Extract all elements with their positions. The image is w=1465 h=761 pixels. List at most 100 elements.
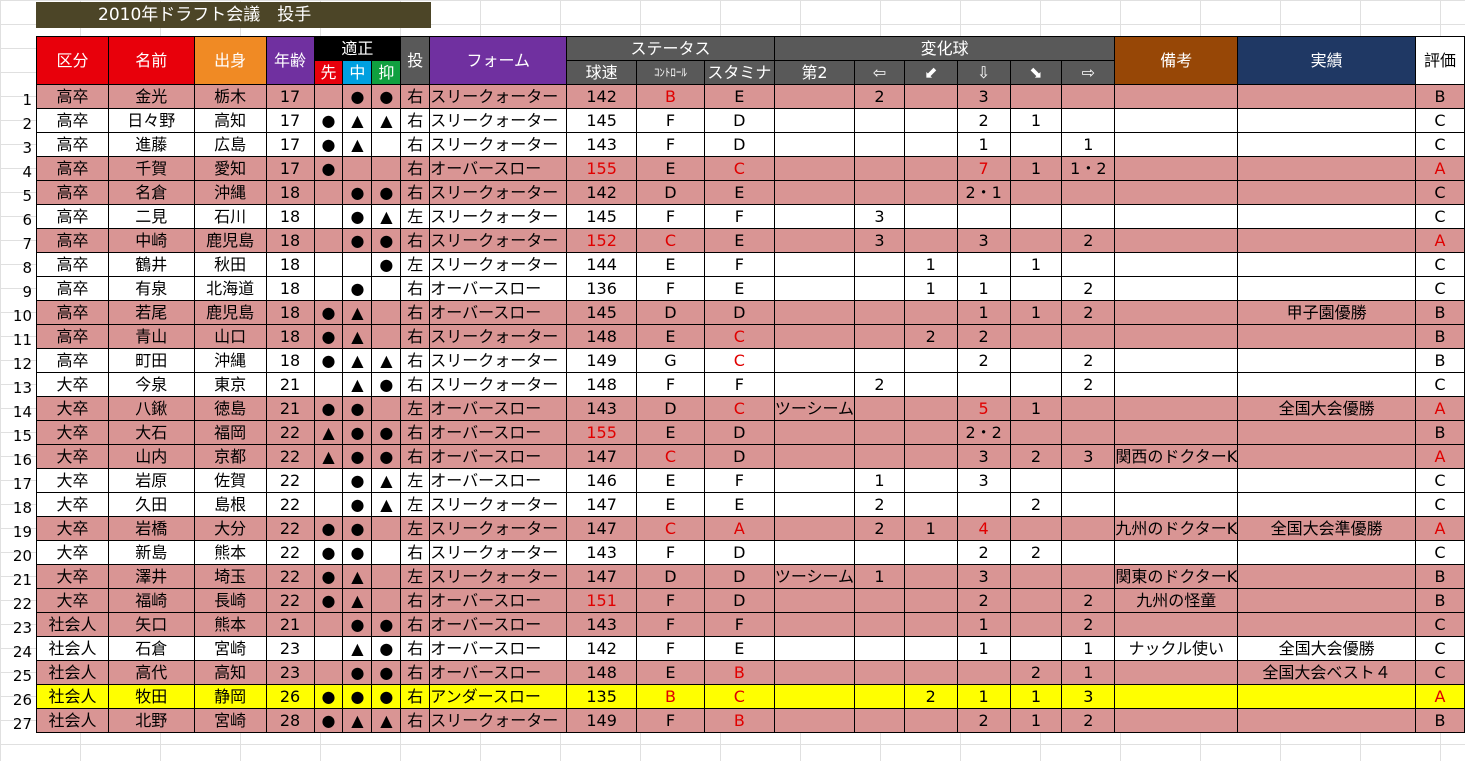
form-cell[interactable]: スリークォーター xyxy=(429,252,568,277)
break-right-cell[interactable] xyxy=(1061,204,1116,229)
break-left-cell[interactable] xyxy=(854,276,905,301)
notes-cell[interactable] xyxy=(1114,132,1239,157)
control-cell[interactable]: F xyxy=(636,708,705,733)
record-cell[interactable] xyxy=(1237,588,1416,613)
age-cell[interactable]: 21 xyxy=(265,396,315,421)
origin-cell[interactable]: 京都 xyxy=(193,444,267,469)
kubun-cell[interactable]: 高卒 xyxy=(36,132,109,157)
stamina-cell[interactable]: E xyxy=(703,84,775,109)
rating-cell[interactable]: B xyxy=(1414,420,1465,445)
break-down-left-cell[interactable] xyxy=(903,396,958,421)
notes-cell[interactable]: 関東のドクターK xyxy=(1114,564,1239,589)
break-left-cell[interactable] xyxy=(854,708,905,733)
throw-hand-cell[interactable]: 左 xyxy=(400,516,431,541)
header-second-fastball[interactable]: 第2 xyxy=(773,60,856,85)
record-cell[interactable] xyxy=(1237,132,1416,157)
break-down-cell[interactable]: 3 xyxy=(956,444,1011,469)
break-left-cell[interactable]: 1 xyxy=(854,468,905,493)
starter-mark[interactable]: ● xyxy=(313,324,344,349)
throw-hand-cell[interactable]: 右 xyxy=(400,588,431,613)
closer-mark[interactable] xyxy=(371,324,402,349)
record-cell[interactable] xyxy=(1237,612,1416,637)
break-down-left-cell[interactable]: 2 xyxy=(903,324,958,349)
break-right-cell[interactable]: 2 xyxy=(1061,348,1116,373)
row-number[interactable]: 22 xyxy=(0,592,34,616)
header-breaking-ball[interactable]: 変化球 xyxy=(773,36,1116,61)
break-down-right-cell[interactable] xyxy=(1009,420,1063,445)
record-cell[interactable] xyxy=(1237,324,1416,349)
kubun-cell[interactable]: 大卒 xyxy=(36,396,109,421)
throw-hand-cell[interactable]: 右 xyxy=(400,84,431,109)
arrow-down-icon[interactable]: ⇩ xyxy=(956,60,1011,85)
break-right-cell[interactable] xyxy=(1061,180,1116,205)
stamina-cell[interactable]: D xyxy=(703,444,775,469)
row-number[interactable]: 15 xyxy=(0,424,34,448)
header-record[interactable]: 実績 xyxy=(1237,36,1416,85)
closer-mark[interactable] xyxy=(371,540,402,565)
origin-cell[interactable]: 鹿児島 xyxy=(193,300,267,325)
break-down-left-cell[interactable]: 1 xyxy=(903,276,958,301)
age-cell[interactable]: 23 xyxy=(265,636,315,661)
form-cell[interactable]: スリークォーター xyxy=(429,540,568,565)
middle-mark[interactable]: ▲ xyxy=(342,372,373,397)
break-down-right-cell[interactable] xyxy=(1009,132,1063,157)
break-down-cell[interactable]: 3 xyxy=(956,468,1011,493)
notes-cell[interactable] xyxy=(1114,372,1239,397)
velocity-cell[interactable]: 143 xyxy=(566,612,638,637)
origin-cell[interactable]: 秋田 xyxy=(193,252,267,277)
velocity-cell[interactable]: 145 xyxy=(566,300,638,325)
throw-hand-cell[interactable]: 右 xyxy=(400,444,431,469)
velocity-cell[interactable]: 155 xyxy=(566,420,638,445)
age-cell[interactable]: 18 xyxy=(265,228,315,253)
notes-cell[interactable] xyxy=(1114,396,1239,421)
control-cell[interactable]: C xyxy=(636,516,705,541)
closer-mark[interactable] xyxy=(371,588,402,613)
closer-mark[interactable]: ● xyxy=(371,636,402,661)
second-fastball-cell[interactable] xyxy=(773,324,856,349)
notes-cell[interactable] xyxy=(1114,324,1239,349)
control-cell[interactable]: F xyxy=(636,588,705,613)
break-down-left-cell[interactable] xyxy=(903,420,958,445)
name-cell[interactable]: 山内 xyxy=(107,444,195,469)
throw-hand-cell[interactable]: 右 xyxy=(400,324,431,349)
break-down-right-cell[interactable]: 2 xyxy=(1009,540,1063,565)
stamina-cell[interactable]: A xyxy=(703,516,775,541)
closer-mark[interactable]: ● xyxy=(371,372,402,397)
break-down-right-cell[interactable]: 1 xyxy=(1009,156,1063,181)
record-cell[interactable] xyxy=(1237,564,1416,589)
rating-cell[interactable]: A xyxy=(1414,396,1465,421)
throw-hand-cell[interactable]: 右 xyxy=(400,348,431,373)
velocity-cell[interactable]: 136 xyxy=(566,276,638,301)
throw-hand-cell[interactable]: 左 xyxy=(400,252,431,277)
break-down-cell[interactable]: 2 xyxy=(956,540,1011,565)
velocity-cell[interactable]: 147 xyxy=(566,444,638,469)
second-fastball-cell[interactable] xyxy=(773,204,856,229)
row-number[interactable]: 12 xyxy=(0,352,34,376)
control-cell[interactable]: F xyxy=(636,132,705,157)
middle-mark[interactable]: ▲ xyxy=(342,708,373,733)
kubun-cell[interactable]: 高卒 xyxy=(36,252,109,277)
form-cell[interactable]: オーバースロー xyxy=(429,468,568,493)
throw-hand-cell[interactable]: 右 xyxy=(400,108,431,133)
form-cell[interactable]: スリークォーター xyxy=(429,516,568,541)
second-fastball-cell[interactable] xyxy=(773,228,856,253)
record-cell[interactable]: 甲子園優勝 xyxy=(1237,300,1416,325)
break-right-cell[interactable]: 2 xyxy=(1061,372,1116,397)
velocity-cell[interactable]: 142 xyxy=(566,84,638,109)
break-right-cell[interactable] xyxy=(1061,84,1116,109)
starter-mark[interactable]: ● xyxy=(313,396,344,421)
second-fastball-cell[interactable] xyxy=(773,708,856,733)
name-cell[interactable]: 八鍬 xyxy=(107,396,195,421)
break-left-cell[interactable] xyxy=(854,396,905,421)
form-cell[interactable]: アンダースロー xyxy=(429,684,568,709)
form-cell[interactable]: スリークォーター xyxy=(429,180,568,205)
break-right-cell[interactable] xyxy=(1061,468,1116,493)
velocity-cell[interactable]: 143 xyxy=(566,540,638,565)
header-notes[interactable]: 備考 xyxy=(1114,36,1239,85)
break-down-cell[interactable]: 5 xyxy=(956,396,1011,421)
middle-mark[interactable]: ▲ xyxy=(342,108,373,133)
break-down-cell[interactable]: 4 xyxy=(956,516,1011,541)
second-fastball-cell[interactable] xyxy=(773,372,856,397)
record-cell[interactable] xyxy=(1237,540,1416,565)
row-number[interactable]: 23 xyxy=(0,616,34,640)
